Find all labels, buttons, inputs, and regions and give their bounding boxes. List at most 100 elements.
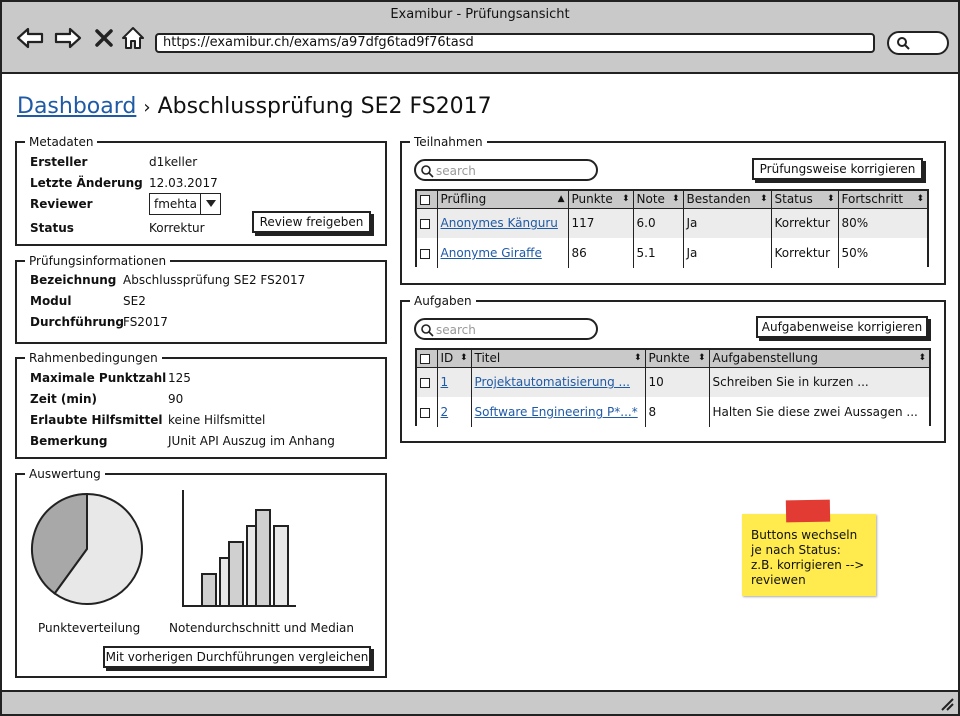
hilfsmittel-value: keine Hilfsmittel [168,413,266,427]
col-header-aufgabenstellung[interactable]: Aufgabenstellung ⬍ [709,350,929,368]
pruefungsinformationen-legend: Prüfungsinformationen [29,254,167,268]
row-checkbox[interactable] [417,367,438,397]
bezeichnung-value: Abschlussprüfung SE2 FS2017 [123,273,306,287]
ersteller-value: d1keller [149,155,198,169]
sort-icon: ⬍ [759,194,768,205]
punkte-cell: 86 [568,238,634,268]
table-row[interactable]: 2 Software Engineering P*...* 8 Halten S… [417,397,929,427]
sort-icon: ⬍ [697,353,706,364]
max-punktzahl-value: 125 [168,371,191,385]
table-row[interactable]: Anonyme Giraffe 86 5.1 Ja Korrektur 50% [417,238,927,268]
sort-icon: ⬍ [918,353,926,364]
col-header-status[interactable]: Status ⬍ [771,191,839,209]
breadcrumb-dashboard-link[interactable]: Dashboard [17,94,136,119]
sticky-note-line: je nach Status: [751,543,841,557]
sort-icon: ⬍ [826,194,835,205]
bezeichnung-label: Bezeichnung [30,273,117,287]
browser-search-box[interactable] [887,31,949,55]
back-arrow-icon[interactable] [16,24,44,52]
pruefling-link[interactable]: Anonymes Känguru [441,216,558,230]
aufgabe-id-link[interactable]: 2 [441,405,449,419]
row-checkbox[interactable] [417,238,438,268]
bar [273,525,289,607]
col-header-punkte[interactable]: Punkte ⬍ [645,350,710,368]
pie-chart-label: Punkteverteilung [38,621,141,635]
col-header-id[interactable]: ID ⬍ [437,350,472,368]
pruefling-link[interactable]: Anonyme Giraffe [441,246,542,260]
note-cell: 6.0 [633,208,684,238]
reviewer-select-value: fmehta [154,197,197,211]
punkte-cell: 117 [568,208,634,238]
aufgabe-titel-link[interactable]: Software Engineering P*...* [475,405,638,419]
aufgabenstellung-cell: Halten Sie diese zwei Aussagen ... [709,397,929,427]
teilnahmen-table: Prüfling ▲ Punkte ⬍ Note ⬍ Bestanden ⬍ Statu… [415,189,929,268]
breadcrumb-separator: › [143,97,151,118]
sticky-note-tape [785,499,831,523]
url-bar[interactable]: https://examibur.ch/exams/a97dfg6tad9f76… [155,33,875,53]
aufgabe-id-link[interactable]: 1 [441,375,449,389]
aufgaben-search-placeholder: search [436,323,476,337]
aufgabe-titel-link[interactable]: Projektautomatisierung ... [475,375,630,389]
col-header-fortschritt[interactable]: Fortschritt ⬍ [838,191,927,209]
col-header-punkte[interactable]: Punkte ⬍ [568,191,634,209]
durchfuehrung-label: Durchführung [30,315,124,329]
row-checkbox[interactable] [417,208,438,238]
col-header-bestanden[interactable]: Bestanden ⬍ [683,191,772,209]
reviewer-label: Reviewer [30,197,93,211]
resize-grip-icon[interactable] [938,695,954,715]
rahmenbedingungen-legend: Rahmenbedingungen [29,351,158,365]
vergleichen-button[interactable]: Mit vorherigen Durchführungen vergleiche… [103,646,371,668]
aufgaben-search-input[interactable]: search [414,318,598,340]
fortschritt-cell: 80% [838,208,927,238]
window-title: Examibur - Prüfungsansicht [390,7,570,22]
durchfuehrung-value: FS2017 [123,315,168,329]
note-cell: 5.1 [633,238,684,268]
zeit-label: Zeit (min) [30,392,97,406]
table-row[interactable]: Anonymes Känguru 117 6.0 Ja Korrektur 80… [417,208,927,238]
page-title: Abschlussprüfung SE2 FS2017 [157,94,492,119]
sticky-note-line: reviewen [751,573,806,587]
reviewer-select[interactable]: fmehta [149,193,221,215]
breadcrumb: Dashboard › Abschlussprüfung SE2 FS2017 [17,94,492,119]
bar [255,509,271,607]
search-icon [420,164,434,181]
browser-statusbar [2,690,958,714]
chevron-down-icon [200,194,220,214]
aufgaben-table: ID ⬍ Titel ⬍ Punkte ⬍ Aufgabenstellung ⬍ 1 P… [415,348,931,427]
aufgabenweise-korrigieren-button[interactable]: Aufgabenweise korrigieren [756,316,928,338]
notendurchschnitt-bar-chart [182,490,296,607]
bar-chart-label: Notendurchschnitt und Median [169,621,355,635]
letzte-aenderung-label: Letzte Änderung [30,176,143,190]
bar [201,573,217,607]
sort-icon: ⬍ [671,194,680,205]
max-punktzahl-label: Maximale Punktzahl [30,371,167,385]
col-header-pruefling[interactable]: Prüfling ▲ [437,191,569,209]
auswertung-legend: Auswertung [29,467,101,481]
select-all-checkbox[interactable] [417,191,438,209]
sort-icon: ⬍ [633,353,642,364]
sticky-note-line: Buttons wechseln [751,528,858,542]
browser-window: Examibur - Prüfungsansicht https://exami… [0,0,960,716]
sort-icon: ⬍ [459,353,468,364]
status-label: Status [30,221,74,235]
sort-icon: ⬍ [621,194,630,205]
select-all-checkbox[interactable] [417,350,438,368]
col-header-titel[interactable]: Titel ⬍ [471,350,646,368]
home-icon[interactable] [119,24,147,52]
forward-arrow-icon[interactable] [54,24,82,52]
teilnahmen-search-placeholder: search [436,164,476,178]
status-cell: Korrektur [771,208,839,238]
punkte-cell: 10 [645,367,710,397]
ersteller-label: Ersteller [30,155,88,169]
bar [228,541,244,607]
pruefungsweise-korrigieren-button[interactable]: Prüfungsweise korrigieren [752,158,923,180]
teilnahmen-search-input[interactable]: search [414,159,598,181]
col-header-note[interactable]: Note ⬍ [633,191,684,209]
row-checkbox[interactable] [417,397,438,427]
close-x-icon[interactable] [90,24,118,52]
modul-value: SE2 [123,294,146,308]
sort-icon: ▲ [557,194,565,205]
status-cell: Korrektur [771,238,839,268]
table-row[interactable]: 1 Projektautomatisierung ... 10 Schreibe… [417,367,929,397]
review-freigeben-button[interactable]: Review freigeben [252,211,371,233]
